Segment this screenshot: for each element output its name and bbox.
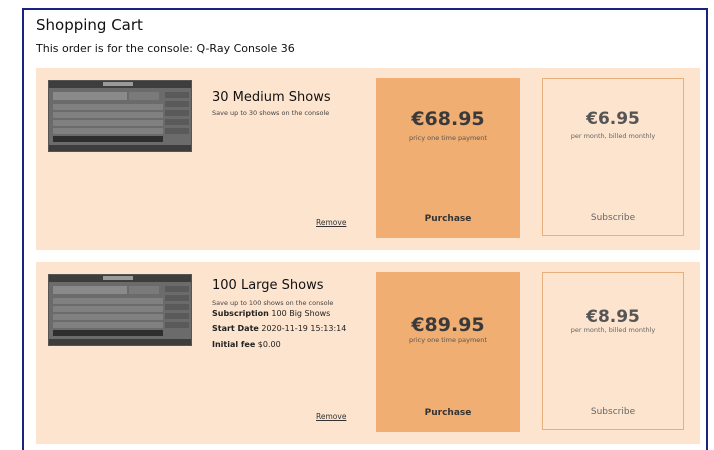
subscribe-option[interactable]: €6.95 per month, billed monthly Subscrib… — [542, 78, 684, 236]
purchase-price: €68.95 — [411, 108, 485, 130]
remove-link[interactable]: Remove — [316, 218, 346, 227]
subscription-row: Subscription 100 Big Shows — [212, 309, 330, 318]
purchase-button[interactable]: Purchase — [376, 214, 520, 224]
subscribe-note: per month, billed monthly — [570, 132, 656, 140]
subscription-label: Subscription — [212, 309, 269, 318]
product-name: 30 Medium Shows — [212, 90, 331, 105]
subscribe-price: €8.95 — [586, 307, 640, 327]
product-description: Save up to 100 shows on the console — [212, 299, 334, 307]
purchase-option[interactable]: €68.95 pricy one time payment Purchase — [376, 78, 520, 238]
cart-item: 100 Large Shows Save up to 100 shows on … — [36, 262, 700, 444]
console-subtitle: This order is for the console: Q-Ray Con… — [36, 42, 295, 55]
purchase-price: €89.95 — [411, 314, 485, 336]
purchase-button[interactable]: Purchase — [376, 408, 520, 418]
initial-fee-label: Initial fee — [212, 340, 256, 349]
subscribe-option[interactable]: €8.95 per month, billed monthly Subscrib… — [542, 272, 684, 430]
start-date-value: 2020-11-19 15:13:14 — [261, 324, 347, 333]
subscribe-price: €6.95 — [586, 109, 640, 129]
purchase-note: pricy one time payment — [409, 336, 487, 344]
product-thumbnail — [48, 80, 192, 152]
product-thumbnail — [48, 274, 192, 346]
remove-link[interactable]: Remove — [316, 412, 346, 421]
purchase-option[interactable]: €89.95 pricy one time payment Purchase — [376, 272, 520, 432]
purchase-note: pricy one time payment — [409, 134, 487, 142]
page-title: Shopping Cart — [36, 16, 143, 34]
subscribe-button[interactable]: Subscribe — [543, 407, 683, 417]
initial-fee-row: Initial fee $0.00 — [212, 340, 281, 349]
subscribe-button[interactable]: Subscribe — [543, 213, 683, 223]
product-description: Save up to 30 shows on the console — [212, 109, 330, 117]
subscription-value: 100 Big Shows — [271, 309, 331, 318]
product-name: 100 Large Shows — [212, 278, 324, 293]
cart-item: 30 Medium Shows Save up to 30 shows on t… — [36, 68, 700, 250]
initial-fee-value: $0.00 — [257, 340, 281, 349]
subscribe-note: per month, billed monthly — [570, 326, 656, 334]
start-date-label: Start Date — [212, 324, 259, 333]
start-date-row: Start Date 2020-11-19 15:13:14 — [212, 324, 346, 333]
